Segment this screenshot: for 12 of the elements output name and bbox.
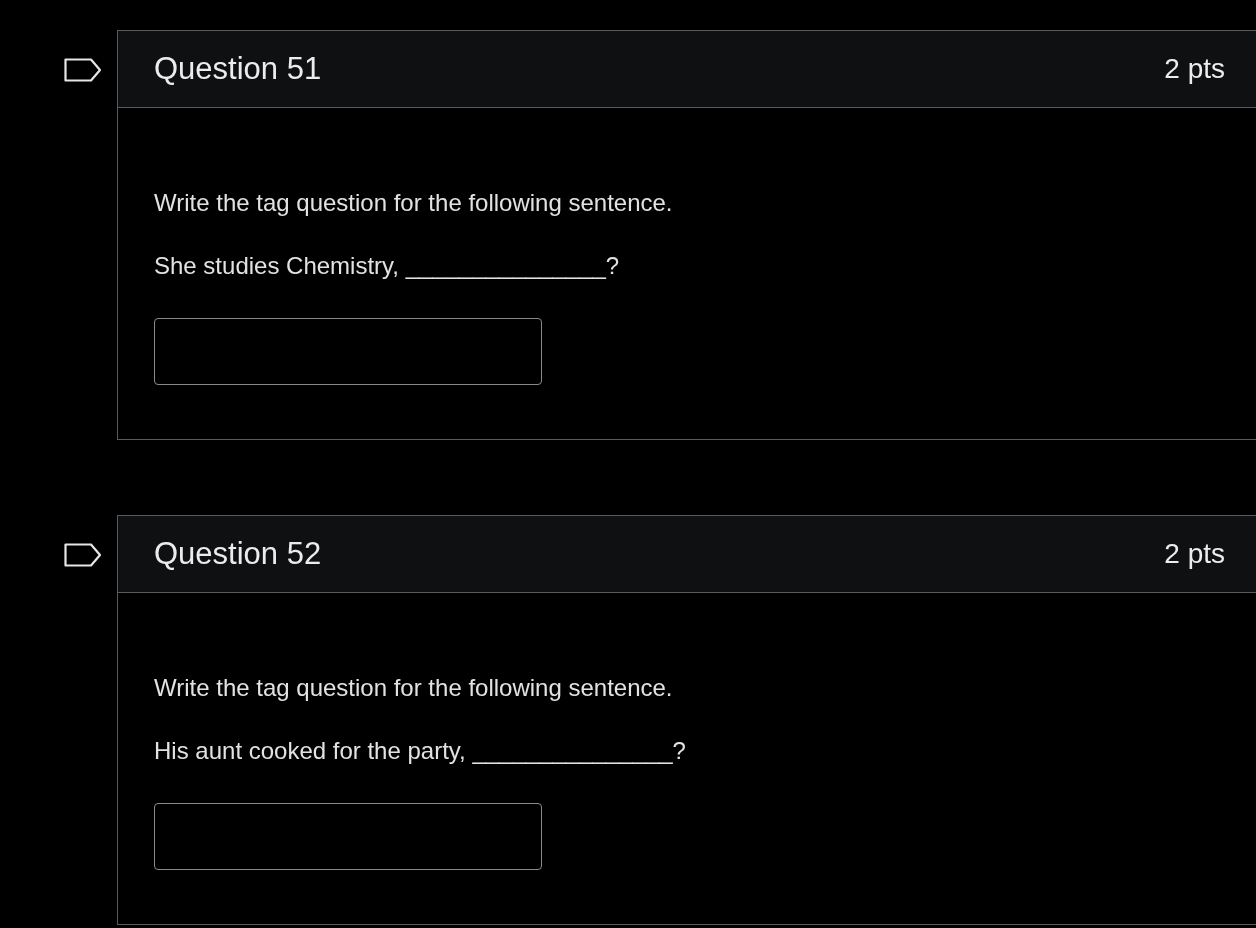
question-prompt: Write the tag question for the following sentence. (154, 188, 674, 218)
flag-icon[interactable] (64, 58, 102, 82)
question-title: Question 51 (154, 51, 322, 87)
answer-field[interactable] (154, 803, 542, 870)
question-sentence: She studies Chemistry, _______________? (154, 251, 621, 281)
question-prompt: Write the tag question for the following sentence. (154, 673, 674, 703)
question-sentence: His aunt cooked for the party, _______________? (154, 736, 687, 766)
question-points: 2 pts (1164, 538, 1225, 570)
question-points: 2 pts (1164, 53, 1225, 85)
flag-icon[interactable] (64, 543, 102, 567)
question-title: Question 52 (154, 536, 322, 572)
answer-field[interactable] (154, 318, 542, 385)
